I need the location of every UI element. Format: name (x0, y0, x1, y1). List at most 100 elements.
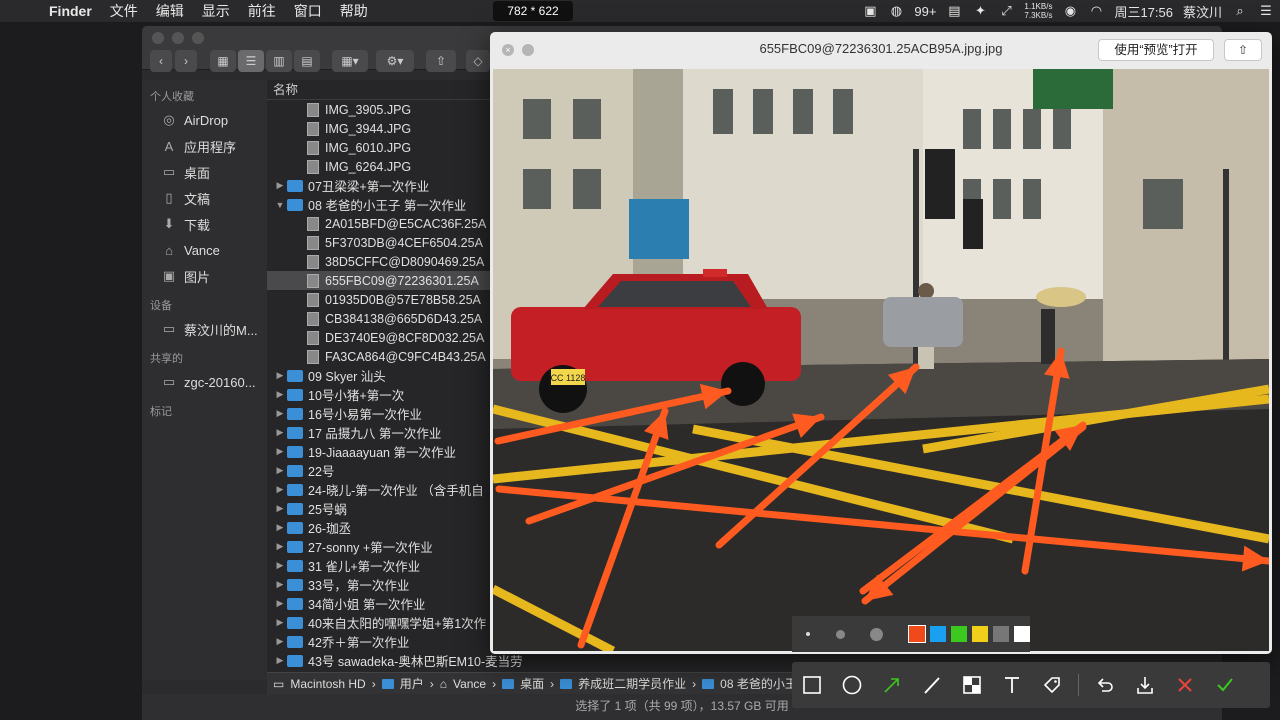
forward-button[interactable]: › (175, 50, 197, 72)
user-name[interactable]: 蔡汶川 (1183, 2, 1222, 21)
disclosure-triangle-icon[interactable]: ▶ (273, 484, 287, 495)
disclosure-triangle-icon[interactable]: ▶ (273, 408, 287, 419)
wifi-icon[interactable]: ◠ (1088, 3, 1104, 18)
sidebar-item-shared-computer[interactable]: ▭ zgc-20160... (142, 369, 267, 395)
disclosure-triangle-icon[interactable]: ▶ (273, 389, 287, 400)
disclosure-triangle-icon[interactable]: ▶ (273, 655, 287, 666)
confirm-icon[interactable] (1205, 662, 1245, 708)
clock[interactable]: 周三17:56 (1114, 2, 1173, 21)
path-item[interactable]: 用户 (400, 675, 424, 692)
color-swatch[interactable] (930, 626, 947, 642)
back-button[interactable]: ‹ (150, 50, 172, 72)
folder-icon (381, 678, 394, 689)
sidebar-item-home[interactable]: ⌂ Vance (142, 237, 267, 263)
disclosure-triangle-icon[interactable]: ▶ (273, 180, 287, 191)
list-view-button[interactable]: ☰ (238, 50, 264, 72)
path-item[interactable]: 桌面 (520, 675, 544, 692)
disclosure-triangle-icon[interactable]: ▶ (273, 465, 287, 476)
icon-view-button[interactable]: ▦ (210, 50, 236, 72)
image-file-icon (307, 102, 319, 117)
wechat-icon[interactable]: ◍ (888, 3, 904, 18)
expand-icon[interactable]: ⤢ (998, 3, 1014, 18)
share-button[interactable]: ⇧ (426, 50, 456, 72)
color-swatch[interactable] (951, 626, 968, 642)
vpn-icon[interactable]: ◉ (1062, 3, 1078, 18)
camera-icon[interactable]: ▣ (862, 3, 878, 18)
menu-view[interactable]: 显示 (193, 1, 239, 21)
menu-help[interactable]: 帮助 (331, 1, 377, 21)
path-item[interactable]: Macintosh HD (290, 677, 365, 691)
column-view-button[interactable]: ▥ (266, 50, 292, 72)
disclosure-triangle-icon[interactable]: ▶ (273, 617, 287, 628)
path-item[interactable]: Vance (453, 677, 486, 691)
disclosure-triangle-icon[interactable]: ▼ (273, 200, 287, 210)
menu-window[interactable]: 窗口 (285, 1, 331, 21)
disclosure-triangle-icon[interactable]: ▶ (273, 598, 287, 609)
gallery-view-button[interactable]: ▤ (294, 50, 320, 72)
notification-icon[interactable]: ▤ (946, 3, 962, 18)
finder-sidebar: 个人收藏 ◎ AirDrop A 应用程序 ▭ 桌面 ▯ 文稿 ⬇ 下载 ⌂ Vance ▣… (142, 80, 267, 680)
disclosure-triangle-icon[interactable]: ▶ (273, 579, 287, 590)
stroke-size-small[interactable] (806, 632, 810, 636)
disclosure-triangle-icon[interactable]: ▶ (273, 560, 287, 571)
menu-edit[interactable]: 编辑 (147, 1, 193, 21)
sidebar-item-applications[interactable]: A 应用程序 (142, 133, 267, 159)
sidebar-item-airdrop[interactable]: ◎ AirDrop (142, 107, 267, 133)
photo-preview[interactable]: CC 1128 (493, 69, 1269, 651)
notification-center-icon[interactable]: ☰ (1258, 3, 1274, 18)
disclosure-triangle-icon[interactable]: ▶ (273, 636, 287, 647)
tag-button[interactable]: ◇ (466, 50, 490, 72)
downloads-icon: ⬇ (163, 216, 175, 231)
text-icon[interactable] (992, 662, 1032, 708)
folder-icon (287, 483, 303, 496)
rectangle-icon[interactable] (792, 662, 832, 708)
group-by-button[interactable]: ▦▾ (332, 50, 368, 72)
pen-icon[interactable] (912, 662, 952, 708)
sidebar-item-label: 图片 (184, 269, 211, 285)
share-icon[interactable]: ⇧ (1224, 39, 1262, 61)
ellipse-icon[interactable] (832, 662, 872, 708)
wechat-badge[interactable]: 99+ (914, 4, 936, 19)
cancel-icon[interactable] (1165, 662, 1205, 708)
sidebar-item-pictures[interactable]: ▣ 图片 (142, 263, 267, 289)
disclosure-triangle-icon[interactable]: ▶ (273, 522, 287, 533)
sidebar-item-downloads[interactable]: ⬇ 下载 (142, 211, 267, 237)
disclosure-triangle-icon[interactable]: ▶ (273, 541, 287, 552)
tag-icon[interactable] (1032, 662, 1072, 708)
menu-bar: Finder 文件 编辑 显示 前往 窗口 帮助 782 * 622 ▣ ◍ 9… (0, 0, 1280, 22)
color-swatch[interactable] (993, 626, 1010, 642)
selection-dimension-label: 782 * 622 (493, 1, 573, 21)
close-window-button[interactable] (152, 32, 164, 44)
status-icon[interactable]: ✦ (972, 3, 988, 18)
window-controls (152, 32, 204, 44)
disclosure-triangle-icon[interactable]: ▶ (273, 503, 287, 514)
menu-go[interactable]: 前往 (239, 1, 285, 21)
zoom-window-button[interactable] (192, 32, 204, 44)
path-item[interactable]: 养成班二期学员作业 (578, 675, 686, 692)
sidebar-item-label: zgc-20160... (184, 374, 256, 390)
undo-icon[interactable] (1085, 662, 1125, 708)
color-swatch[interactable] (908, 625, 927, 643)
disclosure-triangle-icon[interactable]: ▶ (273, 427, 287, 438)
arrow-icon[interactable] (872, 662, 912, 708)
menu-file[interactable]: 文件 (101, 1, 147, 21)
sidebar-item-documents[interactable]: ▯ 文稿 (142, 185, 267, 211)
minimize-window-button[interactable] (172, 32, 184, 44)
sidebar-item-desktop[interactable]: ▭ 桌面 (142, 159, 267, 185)
disclosure-triangle-icon[interactable]: ▶ (273, 370, 287, 381)
disclosure-triangle-icon[interactable]: ▶ (273, 446, 287, 457)
menu-app-finder[interactable]: Finder (40, 3, 101, 19)
mosaic-icon[interactable] (952, 662, 992, 708)
path-item[interactable]: 08 老爸的小王 (720, 675, 797, 692)
row-label: 16号小易第一次作业 (308, 408, 422, 422)
action-gear-button[interactable]: ⚙▾ (376, 50, 414, 72)
color-swatch[interactable] (972, 626, 989, 642)
color-swatch[interactable] (1014, 626, 1031, 642)
row-label: 5F3703DB@4CEF6504.25A (325, 235, 483, 250)
open-with-preview-button[interactable]: 使用“预览”打开 (1098, 39, 1214, 61)
stroke-size-large[interactable] (870, 627, 884, 641)
save-icon[interactable] (1125, 662, 1165, 708)
spotlight-search-icon[interactable]: ⌕ (1232, 3, 1248, 18)
sidebar-item-computer[interactable]: ▭ 蔡汶川的M... (142, 316, 267, 342)
stroke-size-medium[interactable] (835, 629, 845, 639)
